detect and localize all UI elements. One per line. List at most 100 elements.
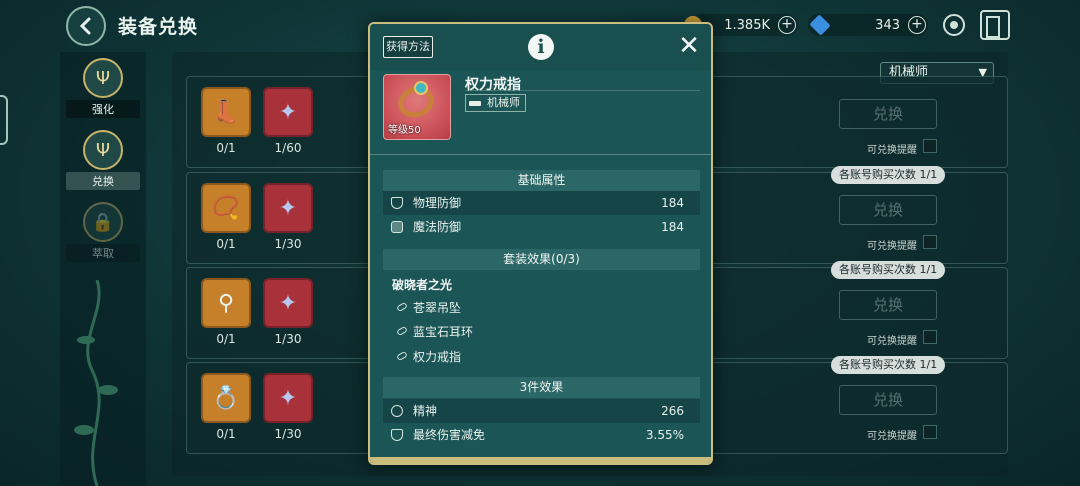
material-count: 1/30: [274, 332, 302, 346]
material-count: 1/60: [274, 141, 302, 155]
modal-header: 获得方法 i ✕: [370, 24, 711, 70]
modal-frame-bottom: [370, 457, 711, 463]
attribute-name: 物理防御: [413, 196, 462, 210]
set-piece-name: 苍翠吊坠: [413, 301, 462, 315]
set-piece-row: 蓝宝石耳环: [383, 320, 700, 344]
gold-value: 1.385K: [724, 17, 770, 33]
spirit-icon: [391, 405, 403, 417]
material-slot[interactable]: ✦: [263, 278, 313, 328]
gem-icon: [809, 14, 831, 36]
boots-icon: 👢: [212, 99, 240, 125]
necklace-icon: 📿: [212, 195, 240, 221]
nav-enhance[interactable]: Ψ 强化: [66, 58, 140, 118]
purchase-limit-badge: 各账号购买次数 1/1: [831, 356, 946, 374]
side-nav: Ψ 强化 Ψ 兑换 🔒 萃取: [60, 52, 146, 486]
physical-defense-icon: [391, 197, 403, 209]
divider: [465, 90, 700, 91]
equipment-slot[interactable]: 👢: [201, 87, 251, 137]
set-piece-row: 苍翠吊坠: [383, 296, 700, 320]
attribute-name: 最终伤害减免: [413, 428, 486, 442]
attribute-name: 精神: [413, 404, 438, 418]
material-icon: ✦: [278, 290, 298, 316]
magic-defense-icon: [391, 221, 403, 233]
attribute-row: 物理防御 184: [383, 191, 700, 215]
attribute-value: 184: [661, 220, 684, 234]
drawer-handle[interactable]: [0, 95, 8, 145]
damage-reduction-icon: [391, 429, 403, 441]
page-title: 装备兑换: [118, 16, 199, 38]
set-piece-name: 权力戒指: [413, 350, 462, 364]
material-slot[interactable]: ✦: [263, 183, 313, 233]
equipment-slot[interactable]: ⚲: [201, 278, 251, 328]
equip-count: 0/1: [216, 427, 236, 441]
equip-count: 0/1: [216, 141, 236, 155]
material-icon: ✦: [278, 385, 298, 411]
remind-label: 可兑换提醒: [867, 145, 917, 156]
remind-checkbox[interactable]: [923, 235, 937, 249]
lock-icon: 🔒: [83, 202, 123, 242]
redeem-button[interactable]: 兑换: [839, 195, 937, 225]
nav-label: 萃取: [66, 244, 140, 262]
material-slot[interactable]: ✦: [263, 373, 313, 423]
set-bonus-header: 3件效果: [383, 377, 700, 398]
purchase-limit-badge: 各账号购买次数 1/1: [831, 261, 946, 279]
material-icon: ✦: [278, 99, 298, 125]
class-tag-label: 机械师: [487, 96, 520, 109]
ring-gem: [414, 81, 428, 95]
material-slot[interactable]: ✦: [263, 87, 313, 137]
nav-label: 强化: [66, 100, 140, 118]
class-tag: 机械师: [465, 94, 526, 112]
item-name: 权力戒指: [465, 77, 521, 93]
equip-count: 0/1: [216, 237, 236, 251]
nav-label: 兑换: [66, 172, 140, 190]
trident-icon: Ψ: [83, 58, 123, 98]
gem-counter: 343 +: [808, 14, 928, 36]
material-count: 1/30: [274, 237, 302, 251]
trident-icon: Ψ: [83, 130, 123, 170]
gem-value: 343: [875, 17, 900, 33]
info-icon[interactable]: i: [528, 34, 554, 60]
attribute-value: 3.55%: [645, 428, 684, 442]
remind-checkbox[interactable]: [923, 425, 937, 439]
back-button[interactable]: [66, 6, 106, 46]
equipment-slot[interactable]: 💍: [201, 373, 251, 423]
gun-icon: [469, 100, 481, 106]
redeem-button[interactable]: 兑换: [839, 290, 937, 320]
equipment-slot[interactable]: 📿: [201, 183, 251, 233]
exit-icon[interactable]: [980, 10, 1010, 40]
attribute-value: 266: [661, 404, 684, 418]
add-gem-button[interactable]: +: [908, 16, 926, 34]
vine-decoration: [74, 280, 118, 486]
earring-icon: [396, 325, 408, 337]
set-name: 破晓者之光: [392, 278, 453, 292]
add-gold-button[interactable]: +: [778, 16, 796, 34]
pendant-icon: [396, 301, 408, 313]
set-effect-header: 套装效果(0/3): [383, 249, 700, 270]
ring-icon: 💍: [212, 385, 240, 411]
purchase-limit-badge: 各账号购买次数 1/1: [831, 166, 946, 184]
remind-checkbox[interactable]: [923, 330, 937, 344]
earring-icon: ⚲: [217, 290, 235, 316]
redeem-button[interactable]: 兑换: [839, 385, 937, 415]
settings-icon[interactable]: [943, 14, 965, 36]
close-icon[interactable]: ✕: [675, 32, 703, 60]
remind-label: 可兑换提醒: [867, 241, 917, 252]
set-piece-row: 权力戒指: [383, 345, 700, 369]
obtain-method-button[interactable]: 获得方法: [383, 36, 433, 58]
remind-label: 可兑换提醒: [867, 336, 917, 347]
attribute-row: 精神 266: [383, 399, 700, 423]
item-card: 等级50: [383, 74, 451, 140]
item-level: 等级50: [388, 125, 421, 136]
redeem-button[interactable]: 兑换: [839, 99, 937, 129]
equip-count: 0/1: [216, 332, 236, 346]
base-attributes-header: 基础属性: [383, 170, 700, 191]
attribute-name: 魔法防御: [413, 220, 462, 234]
back-arrow-icon: [79, 17, 91, 35]
remind-checkbox[interactable]: [923, 139, 937, 153]
nav-extract[interactable]: 🔒 萃取: [66, 202, 140, 262]
nav-exchange[interactable]: Ψ 兑换: [66, 130, 140, 190]
item-detail-modal: 获得方法 i ✕ 等级50 权力戒指 机械师 基础属性 物理防御 184 魔法防…: [368, 22, 713, 465]
attribute-value: 184: [661, 196, 684, 210]
attribute-row: 最终伤害减免 3.55%: [383, 423, 700, 447]
divider: [370, 154, 711, 155]
